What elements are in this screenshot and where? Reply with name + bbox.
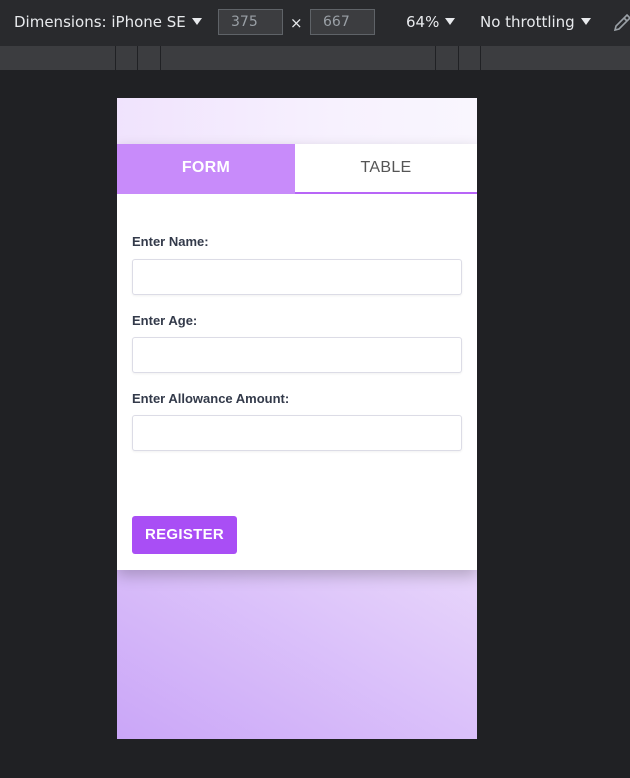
throttling-label: No throttling [480,13,575,31]
times-symbol: × [290,14,303,32]
caret-down-icon [191,18,202,25]
registration-card: FORM TABLE Enter Name: Enter Age: Enter … [117,144,477,570]
zoom-dropdown[interactable]: 64% [406,13,456,31]
caret-down-icon [580,18,591,25]
ruler-segment[interactable] [160,46,161,70]
name-label: Enter Name: [132,234,209,249]
dimensions-dropdown[interactable]: Dimensions: iPhone SE [14,13,202,31]
device-viewport: FORM TABLE Enter Name: Enter Age: Enter … [117,98,477,739]
ruler-segment[interactable] [480,46,481,70]
devtools-device-toolbar: Dimensions: iPhone SE 375 × 667 64% No t… [0,0,630,46]
throttling-dropdown[interactable]: No throttling [480,13,591,31]
viewport-header-area [117,98,477,144]
eyedropper-icon[interactable] [611,12,630,38]
tab-table[interactable]: TABLE [295,144,477,194]
age-label: Enter Age: [132,313,198,328]
caret-down-icon [445,18,456,25]
ruler-segment[interactable] [137,46,138,70]
height-input[interactable]: 667 [310,9,375,35]
ruler-segment[interactable] [115,46,116,70]
allowance-label: Enter Allowance Amount: [132,391,290,406]
media-query-ruler [0,46,630,70]
name-input[interactable] [132,259,462,295]
tab-form[interactable]: FORM [117,144,295,194]
width-input[interactable]: 375 [218,9,283,35]
ruler-segment[interactable] [458,46,459,70]
dimensions-label: Dimensions: iPhone SE [14,13,186,31]
register-button[interactable]: REGISTER [132,516,237,554]
zoom-label: 64% [406,13,440,31]
age-input[interactable] [132,337,462,373]
allowance-input[interactable] [132,415,462,451]
tab-bar: FORM TABLE [117,144,477,194]
ruler-segment[interactable] [435,46,436,70]
